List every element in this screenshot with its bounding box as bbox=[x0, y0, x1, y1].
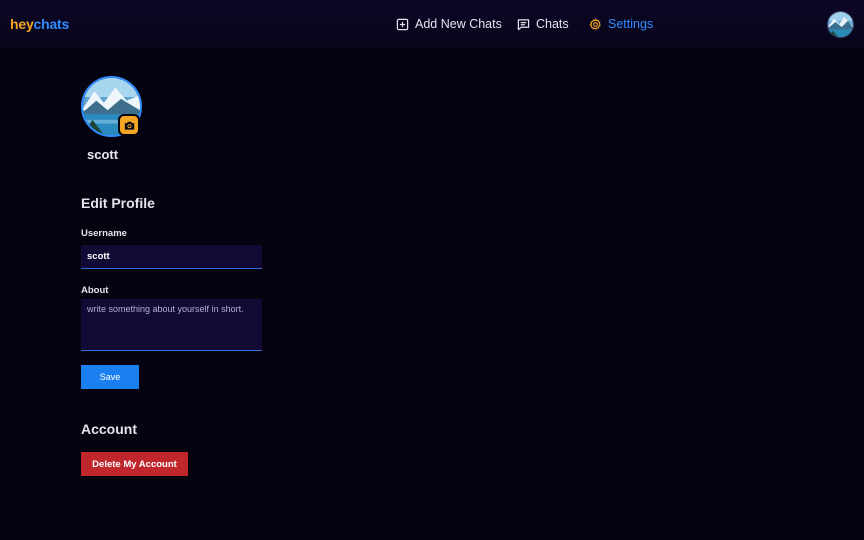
nav-chats[interactable]: Chats bbox=[517, 16, 569, 32]
edit-profile-title: Edit Profile bbox=[81, 195, 155, 211]
plus-square-icon bbox=[396, 18, 409, 30]
nav-settings-label: Settings bbox=[608, 17, 654, 31]
nav-settings[interactable]: Settings bbox=[589, 16, 653, 32]
profile-avatar-container bbox=[81, 76, 143, 138]
brand-logo[interactable]: heychats bbox=[10, 16, 69, 32]
camera-icon bbox=[124, 121, 134, 130]
nav-chats-label: Chats bbox=[536, 17, 569, 31]
save-button[interactable]: Save bbox=[81, 365, 139, 389]
message-square-icon bbox=[517, 18, 530, 30]
top-navbar: heychats Add New Chats Chats Settings bbox=[0, 0, 864, 48]
about-input[interactable] bbox=[81, 299, 262, 351]
about-label: About bbox=[81, 285, 109, 296]
nav-add-new-chats[interactable]: Add New Chats bbox=[396, 16, 502, 32]
user-avatar[interactable] bbox=[827, 11, 854, 38]
account-title: Account bbox=[81, 421, 137, 437]
brand-logo-part2: chats bbox=[33, 16, 70, 32]
username-input[interactable] bbox=[81, 245, 262, 269]
nav-add-new-chats-label: Add New Chats bbox=[415, 17, 502, 31]
brand-logo-part1: hey bbox=[10, 16, 34, 32]
username-label: Username bbox=[81, 228, 127, 239]
delete-account-button[interactable]: Delete My Account bbox=[81, 452, 188, 476]
landscape-avatar-icon bbox=[828, 12, 853, 37]
gear-icon bbox=[589, 18, 601, 30]
change-photo-button[interactable] bbox=[118, 114, 140, 136]
profile-username: scott bbox=[87, 147, 119, 162]
